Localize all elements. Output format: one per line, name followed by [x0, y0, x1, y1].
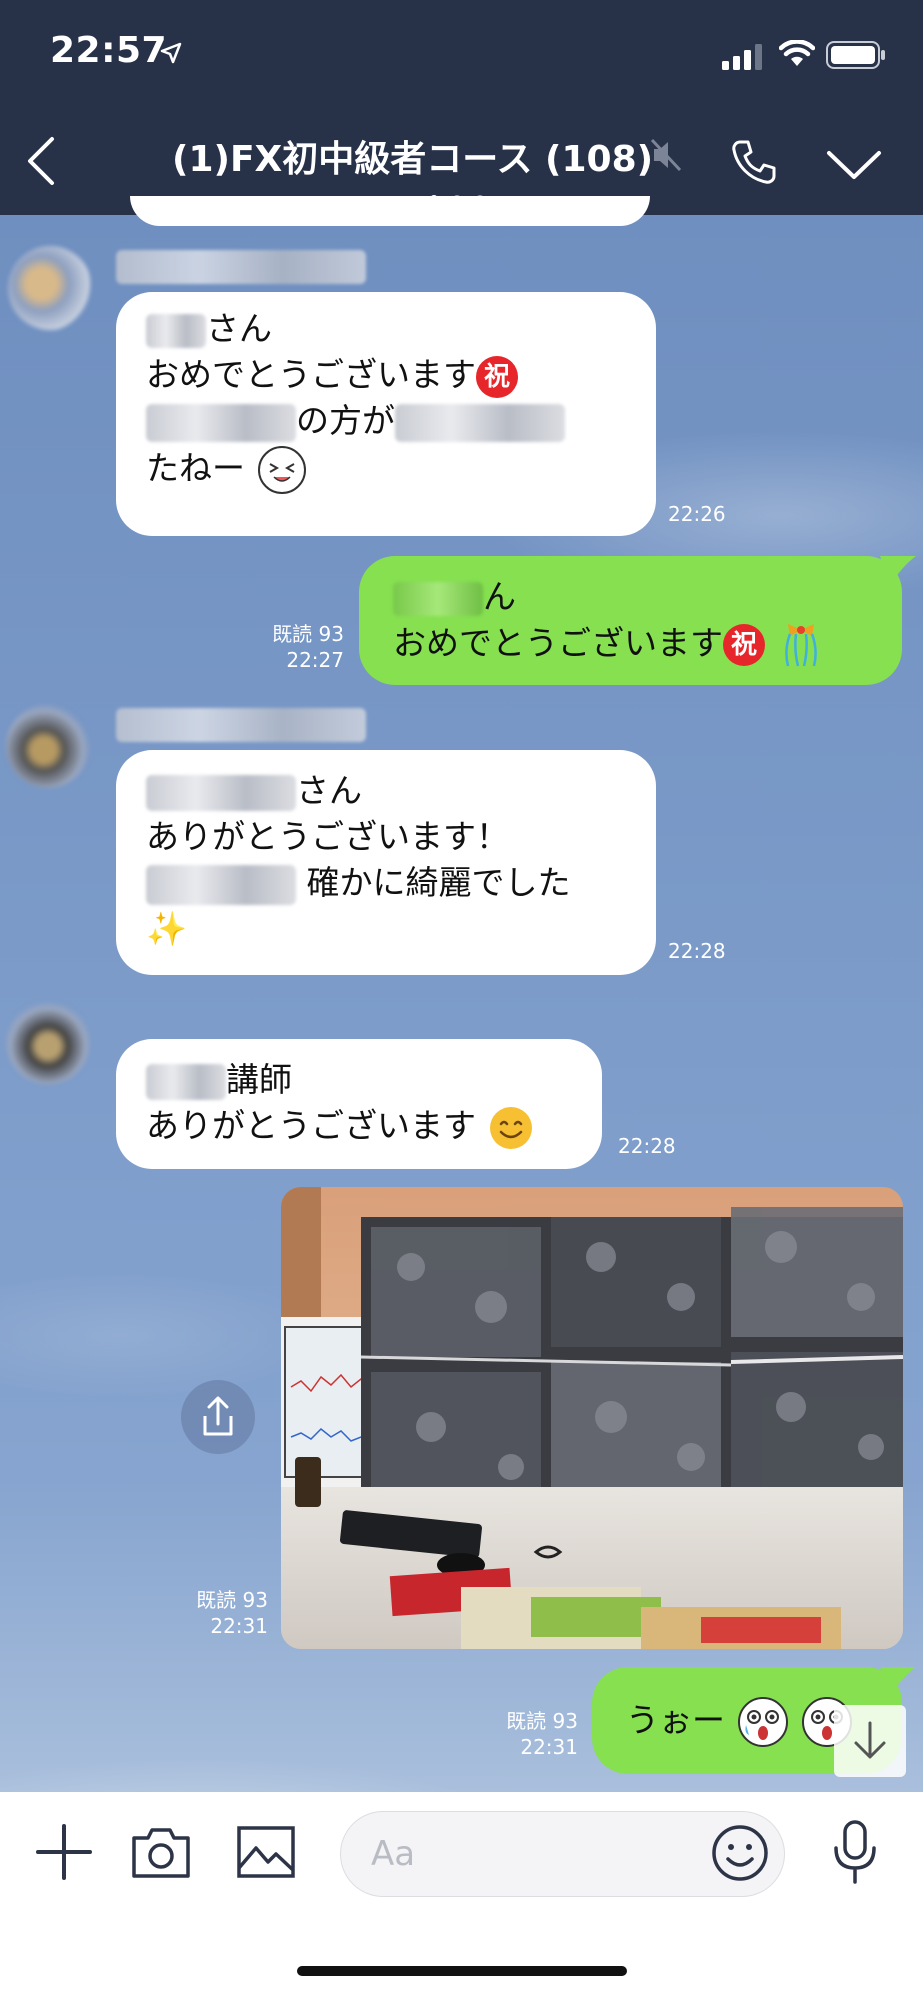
message-bubble[interactable]: さん ありがとうございます！ 確かに綺麗でした ✨: [116, 750, 656, 975]
blurred-text: [146, 864, 296, 905]
blurred-text: [395, 403, 565, 442]
message-text: 確かに綺麗でした: [306, 863, 571, 902]
message-text: の方が: [296, 401, 395, 440]
trading-desk-photo: [281, 1187, 903, 1649]
wifi-icon: [779, 40, 815, 66]
message-text: ん: [483, 577, 516, 616]
phone-icon[interactable]: [730, 138, 778, 186]
arrow-down-icon: [854, 1721, 886, 1759]
read-receipt: 既読 93: [506, 1709, 578, 1733]
avatar[interactable]: [6, 704, 90, 788]
image-icon[interactable]: [236, 1824, 296, 1880]
sender-name: [116, 708, 366, 742]
chevron-down-icon[interactable]: [826, 150, 882, 180]
message-text: たねー: [146, 448, 245, 488]
battery-icon: [826, 41, 885, 69]
blurred-name: [146, 313, 206, 348]
camera-icon[interactable]: [130, 1824, 192, 1880]
surprised-face-emoji-icon: [737, 1697, 788, 1747]
message-bubble[interactable]: さん おめでとうございます祝 の方が たねー: [116, 292, 656, 536]
scroll-to-bottom-button[interactable]: [834, 1705, 906, 1777]
celebration-emoji-icon: 祝: [476, 355, 518, 398]
message-receipt: 既読 93 22:31: [160, 1587, 268, 1639]
message-time: 22:28: [618, 1134, 676, 1158]
smiling-face-emoji-icon: [489, 1106, 532, 1149]
read-receipt: 既読 93: [272, 622, 344, 646]
plus-icon[interactable]: [34, 1822, 94, 1882]
status-time: 22:57: [50, 30, 168, 71]
message-text: ありがとうございます！: [146, 817, 509, 856]
message-text: 講師: [226, 1060, 292, 1099]
message-time: 22:28: [668, 939, 726, 963]
back-button[interactable]: [26, 136, 56, 186]
message-receipt: 既読 93 22:27: [240, 621, 344, 673]
ribbon-emoji-icon: [784, 624, 817, 667]
partial-message-bubble: [130, 196, 650, 226]
laughing-face-emoji-icon: [257, 446, 306, 494]
message-receipt: 既読 93 22:31: [476, 1708, 578, 1760]
celebration-emoji-icon: 祝: [723, 624, 765, 666]
blurred-text: [146, 403, 296, 442]
emoji-icon[interactable]: [710, 1823, 770, 1883]
mute-icon: [650, 138, 682, 172]
photo-message[interactable]: [281, 1187, 903, 1649]
cellular-signal-icon: [722, 44, 762, 70]
sparkles-emoji-icon: ✨: [146, 909, 188, 948]
microphone-icon[interactable]: [830, 1818, 880, 1888]
blurred-name: [146, 1063, 226, 1100]
message-time: 22:31: [520, 1735, 578, 1759]
sender-name: [116, 250, 366, 284]
header-bar: 22:57 (1)FX初中級者コース (108): [0, 0, 923, 215]
message-text: ありがとうございます: [146, 1106, 476, 1145]
blurred-name: [146, 774, 296, 811]
message-text: さん: [296, 771, 362, 810]
bubble-tail: [880, 1667, 916, 1697]
avatar[interactable]: [6, 1000, 90, 1084]
message-time: 22:27: [286, 648, 344, 672]
home-indicator: [297, 1966, 627, 1976]
bubble-tail: [880, 556, 916, 586]
message-text: さん: [206, 309, 272, 348]
read-receipt: 既読 93: [196, 1588, 268, 1612]
message-text: おめでとうございます: [146, 355, 476, 394]
message-text: おめでとうございます: [393, 623, 723, 663]
message-time: 22:31: [210, 1614, 268, 1638]
message-bubble[interactable]: ん おめでとうございます祝: [359, 556, 902, 685]
share-button[interactable]: [181, 1380, 255, 1454]
message-bubble[interactable]: 講師 ありがとうございます: [116, 1039, 602, 1169]
blurred-name: [393, 581, 483, 616]
chat-title[interactable]: (1)FX初中級者コース (108): [172, 130, 653, 182]
location-arrow-icon: [160, 42, 182, 64]
message-time: 22:26: [668, 502, 726, 526]
share-icon: [203, 1396, 233, 1436]
message-text: うぉー: [626, 1700, 725, 1740]
avatar[interactable]: [8, 246, 92, 330]
message-input-bar: [0, 1792, 923, 2000]
